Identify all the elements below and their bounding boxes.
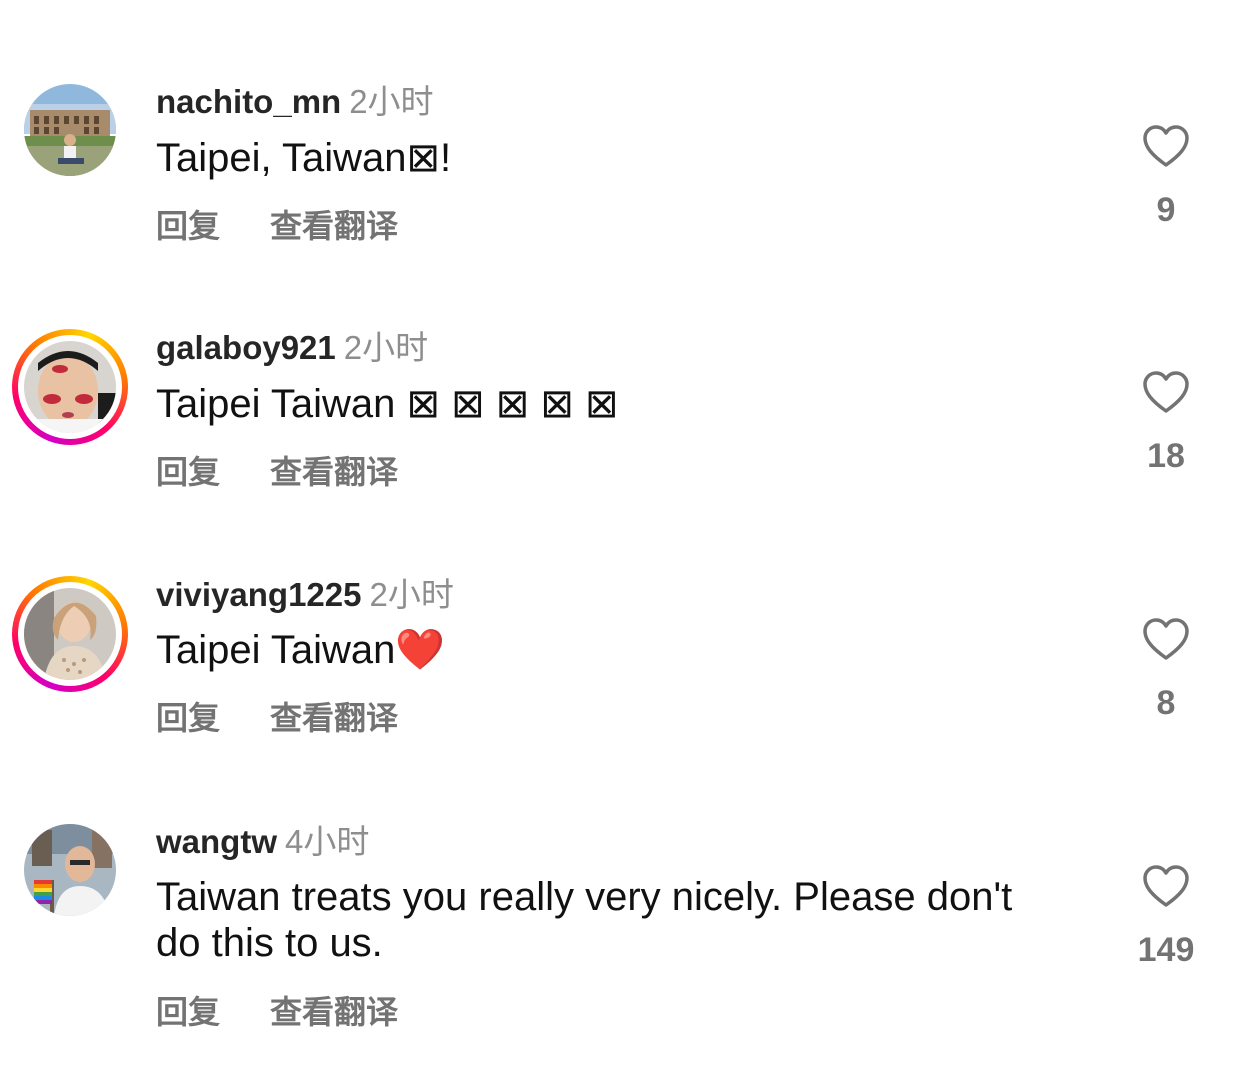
like-count: 149 [1137, 931, 1195, 969]
see-translation-button[interactable]: 查看翻译 [270, 698, 398, 738]
username[interactable]: nachito_mn [156, 83, 341, 120]
timestamp: 2小时 [349, 83, 434, 120]
username[interactable]: viviyang1225 [156, 576, 361, 613]
comment-meta: nachito_mn 2小时 [156, 82, 434, 122]
like-column: 8 [1116, 617, 1216, 723]
comment-meta: viviyang1225 2小时 [156, 575, 454, 615]
comment-actions: 回复 查看翻译 [156, 452, 398, 492]
avatar-face-lipstick-icon [24, 341, 116, 433]
username[interactable]: galaboy921 [156, 329, 336, 366]
heart-icon[interactable] [1142, 864, 1190, 908]
comment-text: Taipei Taiwan❤️ [156, 628, 446, 672]
avatar[interactable] [12, 812, 128, 928]
comment-text: Taiwan treats you really very nicely. Pl… [156, 875, 1013, 965]
timestamp: 2小时 [343, 329, 429, 366]
reply-button[interactable]: 回复 [156, 992, 220, 1032]
avatar[interactable] [12, 329, 128, 445]
reply-button[interactable]: 回复 [156, 698, 220, 738]
like-count: 18 [1147, 437, 1185, 475]
comment-actions: 回复 查看翻译 [156, 206, 398, 246]
comment-meta: galaboy921 2小时 [156, 328, 428, 368]
like-column: 18 [1116, 370, 1216, 476]
see-translation-button[interactable]: 查看翻译 [270, 992, 398, 1032]
timestamp: 2小时 [369, 576, 454, 613]
heart-icon[interactable] [1142, 617, 1190, 661]
avatar[interactable] [12, 576, 128, 692]
like-count: 8 [1156, 684, 1176, 722]
comment-text: Taipei Taiwan ⊠ ⊠ ⊠ ⊠ ⊠ [156, 382, 619, 426]
avatar-colosseum-icon [24, 84, 116, 176]
comment-actions: 回复 查看翻译 [156, 992, 398, 1032]
like-count: 9 [1156, 191, 1176, 229]
username[interactable]: wangtw [156, 823, 277, 860]
reply-button[interactable]: 回复 [156, 206, 220, 246]
avatar-man-rainbow-flag-icon [24, 824, 116, 916]
avatar-woman-icon [24, 588, 116, 680]
like-column: 9 [1116, 124, 1216, 230]
comment-actions: 回复 查看翻译 [156, 698, 398, 738]
comment-meta: wangtw 4小时 [156, 822, 369, 862]
heart-icon[interactable] [1142, 370, 1190, 414]
reply-button[interactable]: 回复 [156, 452, 220, 492]
timestamp: 4小时 [285, 823, 370, 860]
comment-text: Taipei, Taiwan⊠! [156, 136, 452, 180]
see-translation-button[interactable]: 查看翻译 [270, 452, 398, 492]
heart-icon[interactable] [1142, 124, 1190, 168]
like-column: 149 [1116, 864, 1216, 970]
see-translation-button[interactable]: 查看翻译 [270, 206, 398, 246]
avatar[interactable] [12, 72, 128, 188]
